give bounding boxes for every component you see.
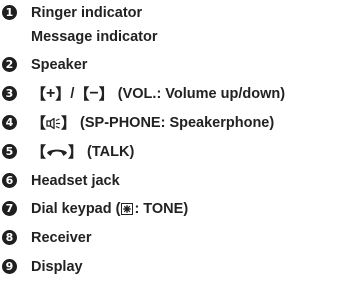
talk-key: 【 】 — [31, 142, 84, 161]
handset-icon — [46, 146, 68, 158]
dial-keypad-text-end: : TONE) — [134, 201, 189, 217]
legend-item-3: 3 【 + 】 / 【 − 】 (VOL.: Volume up/down) — [0, 82, 337, 106]
number-badge-5: 5 — [2, 144, 17, 159]
component-legend: 1 Ringer indicator Message indicator 2 S… — [0, 0, 337, 285]
number-badge-2: 2 — [2, 57, 17, 72]
legend-item-1: 1 Ringer indicator — [0, 1, 337, 25]
legend-item-4: 4 【 】 (SP-PHONE: Speakerphone) — [0, 111, 337, 135]
legend-item-1b: Message indicator — [0, 25, 337, 49]
bracket-close: 】 — [55, 84, 71, 103]
talk-label: 【 】 (TALK) — [31, 140, 134, 164]
speakerphone-label: 【 】 (SP-PHONE: Speakerphone) — [31, 111, 274, 135]
bracket-close: 】 — [98, 84, 114, 103]
number-badge-7: 7 — [2, 201, 17, 216]
number-badge-8: 8 — [2, 230, 17, 245]
bracket-open: 【 — [31, 84, 47, 103]
receiver-label: Receiver — [31, 230, 92, 246]
speaker-label: Speaker — [31, 57, 88, 73]
dial-keypad-text-start: Dial keypad ( — [31, 201, 121, 217]
bracket-close: 】 — [61, 113, 77, 132]
legend-item-9: 9 Display — [0, 255, 337, 279]
number-badge-4: 4 — [2, 115, 17, 130]
speakerphone-description: (SP-PHONE: Speakerphone) — [80, 115, 275, 131]
ringer-indicator-label: Ringer indicator — [31, 5, 143, 21]
volume-down-key: 【 − 】 — [74, 82, 113, 106]
legend-item-8: 8 Receiver — [0, 226, 337, 250]
bracket-open: 【 — [31, 142, 47, 161]
legend-item-6: 6 Headset jack — [0, 169, 337, 193]
legend-item-7: 7 Dial keypad ( : TONE) — [0, 197, 337, 221]
volume-up-key: 【 + 】 — [31, 82, 70, 106]
number-badge-1: 1 — [2, 5, 17, 20]
number-badge-3: 3 — [2, 86, 17, 101]
bracket-open: 【 — [74, 84, 90, 103]
headset-jack-label: Headset jack — [31, 173, 120, 189]
number-badge-6: 6 — [2, 173, 17, 188]
dial-keypad-label: Dial keypad ( : TONE) — [31, 197, 188, 221]
volume-label: 【 + 】 / 【 − 】 (VOL.: Volume up/down) — [31, 82, 285, 106]
display-label: Display — [31, 259, 83, 275]
tone-star-key-icon — [121, 203, 134, 215]
speakerphone-key: 【 】 — [31, 113, 77, 132]
bracket-open: 【 — [31, 113, 47, 132]
talk-description: (TALK) — [87, 144, 135, 160]
bracket-close: 】 — [68, 142, 84, 161]
legend-item-2: 2 Speaker — [0, 53, 337, 77]
speakerphone-icon — [46, 117, 61, 130]
legend-item-5: 5 【 】 (TALK) — [0, 140, 337, 164]
number-badge-9: 9 — [2, 259, 17, 274]
minus-symbol: − — [89, 85, 99, 102]
message-indicator-label: Message indicator — [31, 29, 158, 45]
plus-symbol: + — [46, 85, 56, 102]
volume-description: (VOL.: Volume up/down) — [117, 86, 286, 102]
